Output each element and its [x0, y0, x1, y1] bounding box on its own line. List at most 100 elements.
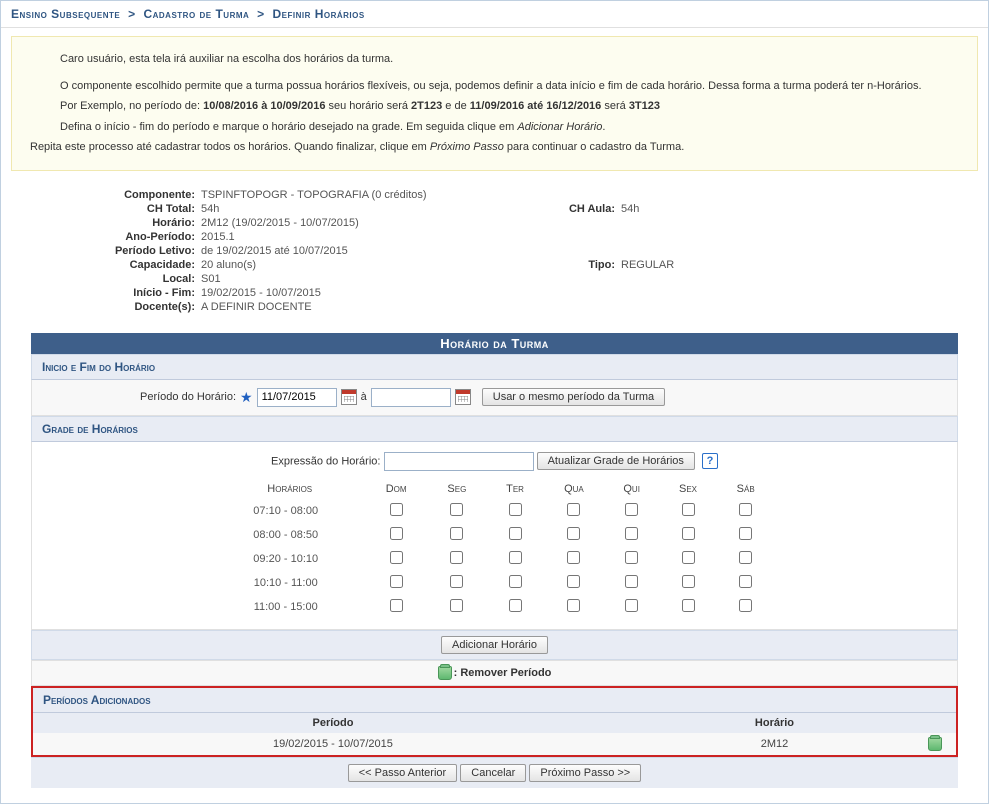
iniciofim-value: 19/02/2015 - 10/07/2015 [201, 287, 978, 299]
info-line-1: Caro usuário, esta tela irá auxiliar na … [30, 51, 959, 68]
horario-checkbox[interactable] [739, 527, 752, 540]
expr-label: Expressão do Horário: [271, 455, 380, 467]
horario-checkbox[interactable] [739, 575, 752, 588]
horario-checkbox[interactable] [739, 503, 752, 516]
legend-text: : Remover Período [454, 666, 552, 678]
calendar-icon[interactable] [341, 389, 357, 405]
horario-checkbox[interactable] [567, 551, 580, 564]
horario-row: 11:00 - 15:00 [215, 595, 775, 619]
info-box: Caro usuário, esta tela irá auxiliar na … [11, 36, 978, 171]
horario-checkbox[interactable] [450, 575, 463, 588]
horario-checkbox[interactable] [625, 575, 638, 588]
horario-checkbox[interactable] [682, 575, 695, 588]
periodo-label: Período do Horário: [140, 391, 236, 403]
horario-checkbox[interactable] [625, 599, 638, 612]
info-line-4: Defina o início - fim do período e marqu… [30, 119, 959, 136]
breadcrumb-seg-1[interactable]: Ensino Subsequente [11, 7, 120, 21]
expr-input[interactable] [384, 452, 534, 471]
horario-checkbox[interactable] [390, 575, 403, 588]
horario-checkbox[interactable] [682, 551, 695, 564]
details-panel: Componente: TSPINFTOPOGR - TOPOGRAFIA (0… [1, 179, 988, 323]
horario-checkbox[interactable] [567, 599, 580, 612]
next-step-button[interactable]: Próximo Passo >> [529, 764, 641, 782]
th-day: Qua [544, 479, 604, 499]
horario-checkbox[interactable] [509, 527, 522, 540]
horario-checkbox[interactable] [739, 551, 752, 564]
subtitle-grade: Grade de Horários [31, 416, 958, 442]
horario-checkbox[interactable] [390, 503, 403, 516]
th-periodo: Período [33, 713, 633, 733]
horario-checkbox[interactable] [739, 599, 752, 612]
chaula-label: CH Aula: [551, 203, 621, 215]
horario-checkbox[interactable] [567, 575, 580, 588]
prev-step-button[interactable]: << Passo Anterior [348, 764, 457, 782]
horario-checkbox[interactable] [682, 599, 695, 612]
horario-checkbox[interactable] [509, 599, 522, 612]
help-icon[interactable]: ? [702, 453, 718, 469]
docentes-value: A DEFINIR DOCENTE [201, 301, 978, 313]
breadcrumb: Ensino Subsequente > Cadastro de Turma >… [1, 1, 988, 28]
horario-checkbox[interactable] [625, 527, 638, 540]
horario-checkbox[interactable] [567, 503, 580, 516]
iniciofim-label: Início - Fim: [11, 287, 201, 299]
periodo-a: à [361, 391, 367, 403]
horario-checkbox[interactable] [509, 503, 522, 516]
horario-checkbox[interactable] [682, 527, 695, 540]
horario-checkbox[interactable] [390, 599, 403, 612]
capacidade-label: Capacidade: [11, 259, 201, 271]
th-day: Dom [365, 479, 427, 499]
componente-value: TSPINFTOPOGR - TOPOGRAFIA (0 créditos) [201, 189, 978, 201]
chaula-value: 54h [621, 203, 741, 215]
th-day: Sáb [717, 479, 775, 499]
th-day: Sex [659, 479, 717, 499]
horario-time-label: 07:10 - 08:00 [215, 499, 365, 523]
horario-checkbox[interactable] [450, 503, 463, 516]
breadcrumb-sep: > [128, 7, 136, 21]
same-period-button[interactable]: Usar o mesmo período da Turma [482, 388, 665, 406]
date-start-input[interactable] [257, 388, 337, 407]
horario-checkbox[interactable] [450, 527, 463, 540]
periodoletivo-value: de 19/02/2015 até 10/07/2015 [201, 245, 978, 257]
update-grade-button[interactable]: Atualizar Grade de Horários [537, 452, 695, 470]
anoperiodo-value: 2015.1 [201, 231, 978, 243]
subtitle-periodos-adicionados: Períodos Adicionados [33, 688, 956, 713]
subtitle-inicio-fim: Inicio e Fim do Horário [31, 354, 958, 380]
local-label: Local: [11, 273, 201, 285]
date-end-input[interactable] [371, 388, 451, 407]
horario-row: 08:00 - 08:50 [215, 523, 775, 547]
horario-checkbox[interactable] [625, 503, 638, 516]
tipo-label: Tipo: [551, 259, 621, 271]
horario-checkbox[interactable] [625, 551, 638, 564]
horario-row: 09:20 - 10:10 [215, 547, 775, 571]
horarios-table: Horários Dom Seg Ter Qua Qui Sex Sáb 07:… [215, 479, 775, 619]
th-day: Seg [427, 479, 486, 499]
horario-time-label: 09:20 - 10:10 [215, 547, 365, 571]
chtotal-label: CH Total: [11, 203, 201, 215]
chtotal-value: 54h [201, 203, 351, 215]
th-horario-col: Horário [633, 713, 916, 733]
horario-checkbox[interactable] [567, 527, 580, 540]
calendar-icon[interactable] [455, 389, 471, 405]
cancel-button[interactable]: Cancelar [460, 764, 526, 782]
info-line-5: Repita este processo até cadastrar todos… [30, 139, 959, 156]
horario-checkbox[interactable] [682, 503, 695, 516]
horario-checkbox[interactable] [509, 575, 522, 588]
horario-checkbox[interactable] [450, 551, 463, 564]
breadcrumb-seg-2[interactable]: Cadastro de Turma [143, 7, 249, 21]
capacidade-value: 20 aluno(s) [201, 259, 351, 271]
add-horario-button[interactable]: Adicionar Horário [441, 636, 548, 654]
th-horarios: Horários [215, 479, 365, 499]
horario-checkbox[interactable] [390, 551, 403, 564]
periodos-table: Período Horário 19/02/2015 - 10/07/2015 … [33, 713, 956, 755]
horario-row: 10:10 - 11:00 [215, 571, 775, 595]
periodo-cell: 19/02/2015 - 10/07/2015 [33, 733, 633, 755]
horario-checkbox[interactable] [509, 551, 522, 564]
horario-checkbox[interactable] [390, 527, 403, 540]
remove-periodo-button[interactable] [928, 737, 942, 751]
info-line-2: O componente escolhido permite que a tur… [30, 78, 959, 95]
breadcrumb-sep: > [257, 7, 265, 21]
horario-time-label: 08:00 - 08:50 [215, 523, 365, 547]
th-day: Ter [486, 479, 543, 499]
horario-cell: 2M12 [633, 733, 916, 755]
horario-checkbox[interactable] [450, 599, 463, 612]
